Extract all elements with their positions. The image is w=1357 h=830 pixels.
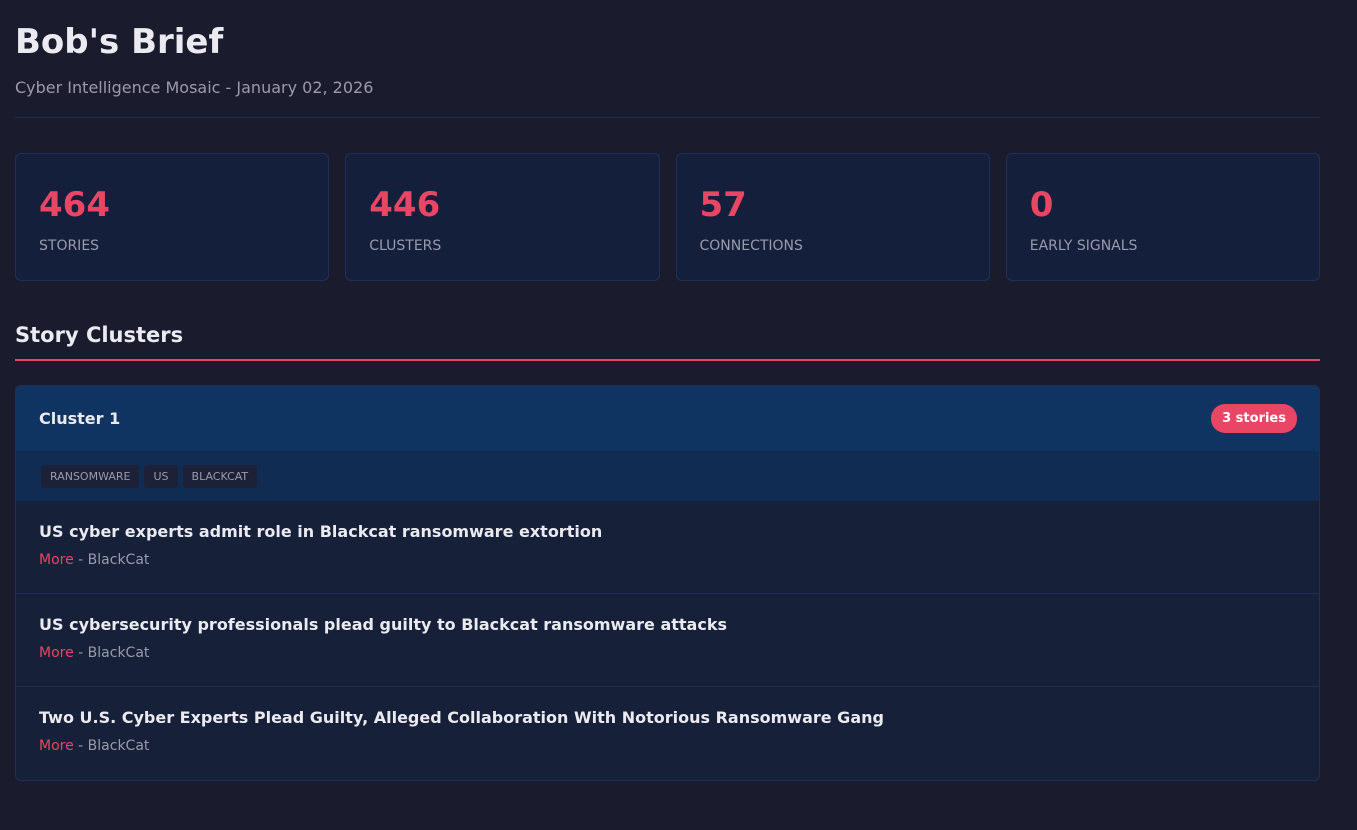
stat-value: 446 [369,185,441,225]
page: Bob's Brief Cyber Intelligence Mosaic - … [0,0,1320,781]
story-title: Two U.S. Cyber Experts Plead Guilty, All… [39,708,884,727]
stat-card-clusters: 446 CLUSTERS [345,153,660,281]
stat-label: STORIES [39,238,100,254]
more-link[interactable]: More [39,738,74,754]
cluster-name: Cluster 1 [39,409,121,428]
cluster-card: Cluster 1 3 stories RANSOMWARE US BLACKC… [15,385,1320,781]
tag-row: RANSOMWARE US BLACKCAT [16,451,1319,501]
meta-separator: - [73,645,88,661]
story-title: US cyber experts admit role in Blackcat … [39,522,603,541]
stat-value: 57 [699,185,747,225]
story-item: Two U.S. Cyber Experts Plead Guilty, All… [16,687,1319,780]
meta-separator: - [73,552,88,568]
tag: RANSOMWARE [41,464,140,488]
stats-row: 464 STORIES 446 CLUSTERS 57 CONNECTIONS … [15,153,1320,281]
more-link[interactable]: More [39,552,74,568]
page-subtitle: Cyber Intelligence Mosaic - January 02, … [15,78,374,97]
tag: BLACKCAT [182,464,258,488]
stat-value: 464 [39,185,110,225]
more-link[interactable]: More [39,645,74,661]
header: Bob's Brief Cyber Intelligence Mosaic - … [15,0,1320,118]
story-meta: More - BlackCat [39,738,1319,754]
story-source: BlackCat [87,552,150,568]
story-source: BlackCat [87,738,150,754]
stat-label: EARLY SIGNALS [1029,238,1138,254]
story-item: US cybersecurity professionals plead gui… [16,594,1319,687]
stat-card-early-signals: 0 EARLY SIGNALS [1005,153,1320,281]
meta-separator: - [73,738,88,754]
story-meta: More - BlackCat [39,552,1319,568]
story-meta: More - BlackCat [39,645,1319,661]
page-title: Bob's Brief [15,22,224,62]
section-title: Story Clusters [15,323,1320,361]
story-source: BlackCat [87,645,150,661]
stat-label: CLUSTERS [369,238,442,254]
story-item: US cyber experts admit role in Blackcat … [16,501,1319,594]
stat-value: 0 [1029,185,1054,225]
stat-card-connections: 57 CONNECTIONS [675,153,990,281]
story-count-badge: 3 stories [1211,404,1297,433]
stat-card-stories: 464 STORIES [15,153,330,281]
cluster-header[interactable]: Cluster 1 3 stories [16,386,1319,451]
tag: US [144,464,178,488]
story-title: US cybersecurity professionals plead gui… [39,615,727,634]
stat-label: CONNECTIONS [699,238,803,254]
